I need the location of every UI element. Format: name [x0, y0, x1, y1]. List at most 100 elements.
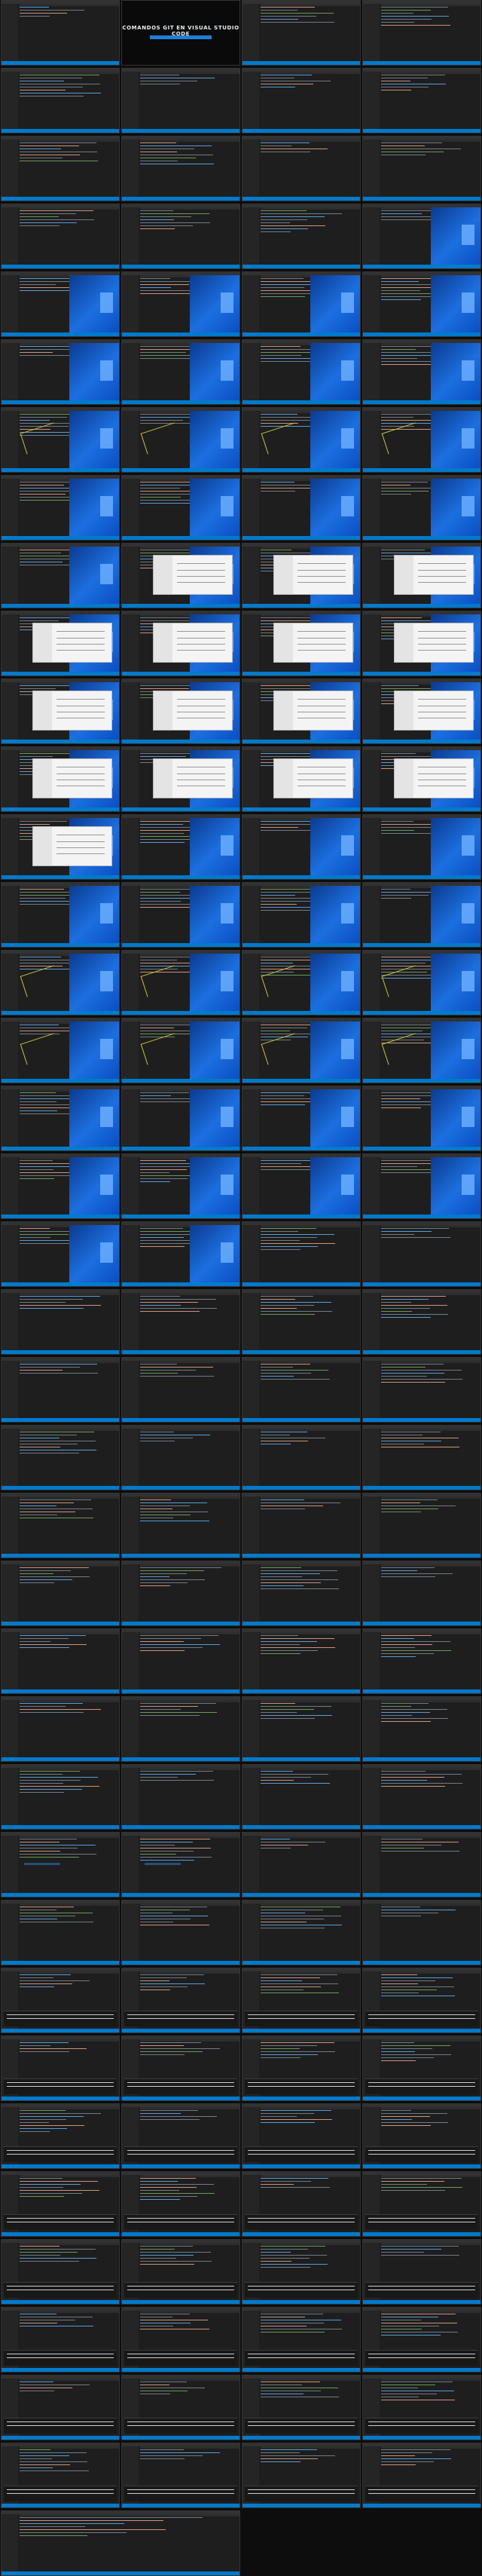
- video-frame-thumbnail[interactable]: [1, 678, 120, 744]
- video-frame-thumbnail[interactable]: [1, 0, 120, 66]
- video-frame-thumbnail[interactable]: [121, 407, 240, 473]
- video-frame-thumbnail[interactable]: [1, 1832, 120, 1898]
- video-frame-thumbnail[interactable]: [242, 271, 361, 337]
- video-frame-thumbnail[interactable]: [362, 136, 481, 201]
- video-frame-thumbnail[interactable]: [362, 950, 481, 1015]
- video-frame-thumbnail[interactable]: [242, 204, 361, 269]
- video-frame-thumbnail[interactable]: [121, 1425, 240, 1490]
- video-frame-thumbnail[interactable]: [242, 136, 361, 201]
- video-frame-thumbnail[interactable]: [242, 1900, 361, 1965]
- file-dialog[interactable]: [273, 555, 353, 595]
- video-frame-thumbnail[interactable]: [1, 271, 120, 337]
- video-frame-thumbnail[interactable]: [1, 2171, 120, 2237]
- video-frame-thumbnail[interactable]: [1, 1561, 120, 1626]
- video-frame-thumbnail[interactable]: [362, 1357, 481, 1423]
- video-frame-thumbnail[interactable]: [121, 1493, 240, 1558]
- video-frame-thumbnail[interactable]: [121, 678, 240, 744]
- video-frame-thumbnail[interactable]: [121, 1628, 240, 1694]
- video-frame-thumbnail[interactable]: [242, 882, 361, 948]
- video-frame-thumbnail[interactable]: [242, 1561, 361, 1626]
- video-frame-thumbnail[interactable]: [242, 2103, 361, 2169]
- video-frame-thumbnail[interactable]: [362, 2375, 481, 2440]
- video-frame-thumbnail[interactable]: [362, 1153, 481, 1219]
- video-frame-thumbnail[interactable]: [242, 1832, 361, 1898]
- video-frame-thumbnail[interactable]: [362, 1289, 481, 1355]
- video-frame-thumbnail[interactable]: [242, 1086, 361, 1151]
- video-frame-thumbnail[interactable]: [362, 2307, 481, 2372]
- video-frame-thumbnail[interactable]: [362, 2035, 481, 2101]
- video-frame-thumbnail[interactable]: [121, 68, 240, 133]
- video-frame-thumbnail[interactable]: [121, 1832, 240, 1898]
- video-frame-thumbnail[interactable]: [1, 1153, 120, 1219]
- video-frame-thumbnail[interactable]: [242, 1153, 361, 1219]
- video-frame-thumbnail[interactable]: [121, 2375, 240, 2440]
- video-frame-thumbnail[interactable]: [242, 2443, 361, 2508]
- video-frame-thumbnail[interactable]: [362, 1696, 481, 1762]
- video-frame-thumbnail[interactable]: [362, 1900, 481, 1965]
- video-frame-thumbnail[interactable]: [362, 1018, 481, 1083]
- video-frame-thumbnail[interactable]: [1, 746, 120, 812]
- video-frame-thumbnail[interactable]: [242, 68, 361, 133]
- file-dialog[interactable]: [32, 758, 112, 798]
- video-frame-thumbnail[interactable]: [121, 2443, 240, 2508]
- video-frame-thumbnail[interactable]: [121, 1086, 240, 1151]
- video-frame-thumbnail[interactable]: [1, 1493, 120, 1558]
- video-frame-thumbnail[interactable]: [121, 1153, 240, 1219]
- video-frame-thumbnail[interactable]: [362, 0, 481, 66]
- video-frame-thumbnail[interactable]: [1, 882, 120, 948]
- file-dialog[interactable]: [273, 691, 353, 731]
- video-frame-thumbnail[interactable]: [242, 543, 361, 608]
- video-frame-thumbnail[interactable]: [242, 746, 361, 812]
- file-dialog[interactable]: [152, 691, 233, 731]
- video-frame-thumbnail[interactable]: [121, 475, 240, 541]
- video-frame-thumbnail[interactable]: [242, 1018, 361, 1083]
- video-frame-thumbnail[interactable]: [121, 1764, 240, 1830]
- video-frame-thumbnail[interactable]: [362, 882, 481, 948]
- video-frame-thumbnail[interactable]: [121, 204, 240, 269]
- video-frame-thumbnail[interactable]: [1, 407, 120, 473]
- video-frame-thumbnail[interactable]: [1, 2510, 240, 2576]
- file-dialog[interactable]: [273, 758, 353, 798]
- video-frame-thumbnail[interactable]: [242, 1425, 361, 1490]
- video-frame-thumbnail[interactable]: [362, 407, 481, 473]
- video-frame-thumbnail[interactable]: [1, 1289, 120, 1355]
- video-frame-thumbnail[interactable]: [1, 136, 120, 201]
- video-frame-thumbnail[interactable]: [242, 1357, 361, 1423]
- video-frame-thumbnail[interactable]: [121, 611, 240, 676]
- video-frame-thumbnail[interactable]: [362, 1628, 481, 1694]
- video-frame-thumbnail[interactable]: [242, 339, 361, 405]
- video-frame-thumbnail[interactable]: [362, 204, 481, 269]
- video-frame-thumbnail[interactable]: [1, 1628, 120, 1694]
- video-frame-thumbnail[interactable]: [242, 2035, 361, 2101]
- video-frame-thumbnail[interactable]: [121, 2035, 240, 2101]
- video-frame-thumbnail[interactable]: [362, 678, 481, 744]
- file-dialog[interactable]: [393, 623, 474, 663]
- video-frame-thumbnail[interactable]: [362, 2443, 481, 2508]
- video-frame-thumbnail[interactable]: COMANDOS GIT EN VISUAL STUDIO CODE: [121, 0, 240, 66]
- video-frame-thumbnail[interactable]: [242, 814, 361, 880]
- file-dialog[interactable]: [32, 623, 112, 663]
- video-frame-thumbnail[interactable]: [362, 1561, 481, 1626]
- video-frame-thumbnail[interactable]: [362, 271, 481, 337]
- video-frame-thumbnail[interactable]: [242, 475, 361, 541]
- video-frame-thumbnail[interactable]: [121, 1900, 240, 1965]
- video-frame-thumbnail[interactable]: [362, 68, 481, 133]
- video-frame-thumbnail[interactable]: [242, 2375, 361, 2440]
- video-frame-thumbnail[interactable]: [121, 543, 240, 608]
- video-frame-thumbnail[interactable]: [1, 950, 120, 1015]
- video-frame-thumbnail[interactable]: [121, 271, 240, 337]
- video-frame-thumbnail[interactable]: [1, 611, 120, 676]
- video-frame-thumbnail[interactable]: [242, 1289, 361, 1355]
- file-dialog[interactable]: [152, 758, 233, 798]
- file-dialog[interactable]: [393, 758, 474, 798]
- video-frame-thumbnail[interactable]: [121, 1221, 240, 1287]
- video-frame-thumbnail[interactable]: [242, 950, 361, 1015]
- video-frame-thumbnail[interactable]: [242, 611, 361, 676]
- video-frame-thumbnail[interactable]: [242, 1628, 361, 1694]
- video-frame-thumbnail[interactable]: [1, 1968, 120, 2033]
- video-frame-thumbnail[interactable]: [362, 1764, 481, 1830]
- video-frame-thumbnail[interactable]: [1, 68, 120, 133]
- video-frame-thumbnail[interactable]: [121, 1018, 240, 1083]
- video-frame-thumbnail[interactable]: [121, 950, 240, 1015]
- video-frame-thumbnail[interactable]: [362, 2171, 481, 2237]
